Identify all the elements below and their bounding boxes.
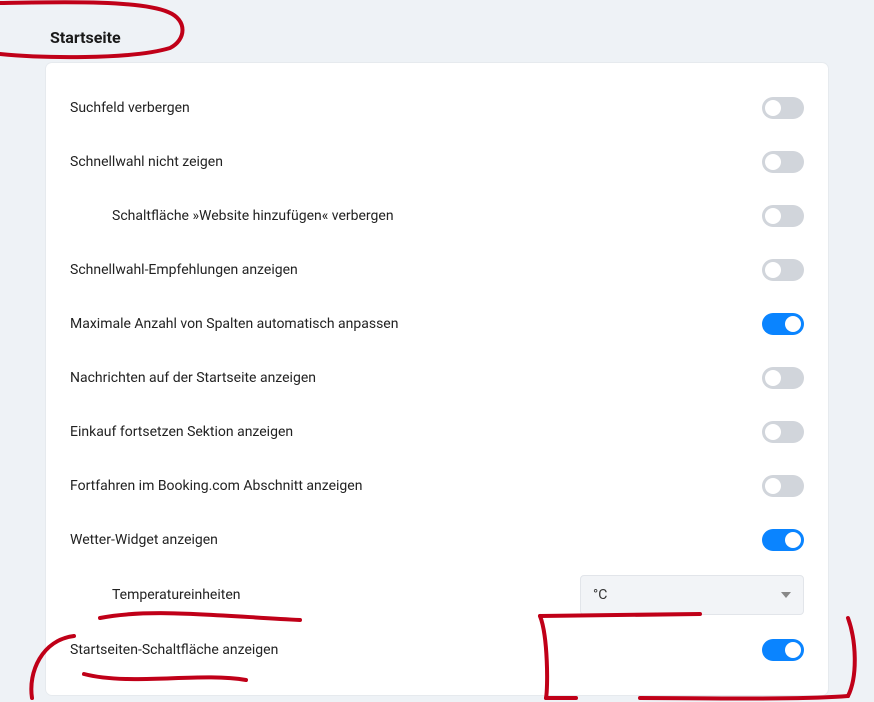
label-show-recs: Schnellwahl-Empfehlungen anzeigen bbox=[70, 262, 762, 278]
row-show-recs: Schnellwahl-Empfehlungen anzeigen bbox=[70, 243, 804, 297]
select-temperature-units[interactable]: °C bbox=[580, 575, 804, 615]
toggle-show-weather[interactable] bbox=[762, 529, 804, 551]
row-show-news: Nachrichten auf der Startseite anzeigen bbox=[70, 351, 804, 405]
row-hide-speed-dial: Schnellwahl nicht zeigen bbox=[70, 135, 804, 189]
toggle-show-home-button[interactable] bbox=[762, 639, 804, 661]
toggle-continue-shopping[interactable] bbox=[762, 421, 804, 443]
toggle-continue-booking[interactable] bbox=[762, 475, 804, 497]
label-hide-speed-dial: Schnellwahl nicht zeigen bbox=[70, 154, 762, 170]
row-show-home-button: Startseiten-Schaltfläche anzeigen bbox=[70, 623, 804, 677]
label-continue-booking: Fortfahren im Booking.com Abschnitt anze… bbox=[70, 478, 762, 494]
label-show-weather: Wetter-Widget anzeigen bbox=[70, 532, 762, 548]
toggle-hide-add-site[interactable] bbox=[762, 205, 804, 227]
page-title: Startseite bbox=[0, 0, 874, 47]
settings-panel: Suchfeld verbergen Schnellwahl nicht zei… bbox=[46, 63, 828, 695]
toggle-auto-columns[interactable] bbox=[762, 313, 804, 335]
row-auto-columns: Maximale Anzahl von Spalten automatisch … bbox=[70, 297, 804, 351]
toggle-show-recs[interactable] bbox=[762, 259, 804, 281]
label-continue-shopping: Einkauf fortsetzen Sektion anzeigen bbox=[70, 424, 762, 440]
label-hide-search: Suchfeld verbergen bbox=[70, 100, 762, 116]
row-show-weather: Wetter-Widget anzeigen bbox=[70, 513, 804, 567]
select-temperature-value: °C bbox=[593, 587, 607, 603]
row-continue-shopping: Einkauf fortsetzen Sektion anzeigen bbox=[70, 405, 804, 459]
label-hide-add-site: Schaltfläche »Website hinzufügen« verber… bbox=[70, 208, 762, 224]
toggle-show-news[interactable] bbox=[762, 367, 804, 389]
row-hide-search: Suchfeld verbergen bbox=[70, 81, 804, 135]
label-temperature-units: Temperatureinheiten bbox=[70, 587, 437, 603]
label-auto-columns: Maximale Anzahl von Spalten automatisch … bbox=[70, 316, 762, 332]
label-show-news: Nachrichten auf der Startseite anzeigen bbox=[70, 370, 762, 386]
toggle-hide-speed-dial[interactable] bbox=[762, 151, 804, 173]
label-show-home-button: Startseiten-Schaltfläche anzeigen bbox=[70, 642, 762, 658]
chevron-down-icon bbox=[781, 592, 791, 598]
toggle-hide-search[interactable] bbox=[762, 97, 804, 119]
row-temperature-units: Temperatureinheiten °C bbox=[70, 567, 804, 623]
row-continue-booking: Fortfahren im Booking.com Abschnitt anze… bbox=[70, 459, 804, 513]
row-hide-add-site: Schaltfläche »Website hinzufügen« verber… bbox=[70, 189, 804, 243]
